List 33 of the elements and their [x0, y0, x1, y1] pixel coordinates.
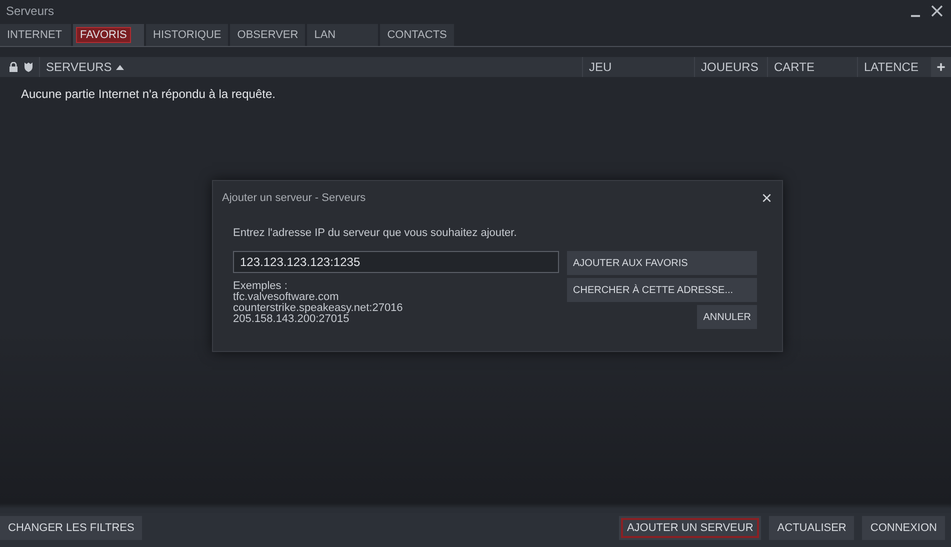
column-header[interactable]: SERVEURS: [39, 57, 149, 77]
example-text: counterstrike.speakeasy.net:27016: [233, 303, 404, 314]
add-column-button[interactable]: +: [931, 57, 951, 77]
footer-button[interactable]: CHANGER LES FILTRES: [0, 516, 142, 540]
column-header[interactable]: CARTE: [767, 57, 857, 77]
window-title: Serveurs: [6, 4, 56, 18]
tab[interactable]: OBSERVER: [230, 24, 306, 46]
footer-button[interactable]: AJOUTER UN SERVEUR: [618, 516, 762, 540]
example-text: Exemples :: [233, 281, 288, 292]
tab[interactable]: CONTACTS: [380, 24, 454, 46]
dialog-button[interactable]: CHERCHER À CETTE ADRESSE...: [567, 278, 757, 302]
empty-message: Aucune partie Internet n'a répondu à la requête.: [21, 87, 276, 101]
column-header[interactable]: JEU: [582, 57, 694, 77]
column-header[interactable]: LATENCE: [857, 57, 923, 77]
dialog-button[interactable]: AJOUTER AUX FAVORIS: [567, 251, 757, 275]
tab[interactable]: FAVORIS: [73, 24, 144, 46]
lock-icon: [9, 62, 18, 72]
column-header[interactable]: JOUEURS: [694, 57, 767, 77]
example-text: 205.158.143.200:27015: [233, 314, 350, 325]
tab[interactable]: INTERNET: [0, 24, 71, 46]
tab[interactable]: LAN: [307, 24, 378, 46]
sort-up-icon: [116, 64, 124, 70]
example-text: tfc.valvesoftware.com: [233, 292, 340, 303]
footer-button[interactable]: ACTUALISER: [769, 516, 854, 540]
address-field[interactable]: 123.123.123.123:1235: [233, 251, 559, 273]
footer-button[interactable]: CONNEXION: [862, 516, 945, 540]
close-button[interactable]: ×: [759, 189, 774, 207]
shield-icon: [24, 62, 33, 72]
dialog-button[interactable]: ANNULER: [697, 305, 757, 329]
close-icon[interactable]: [931, 5, 943, 17]
dialog-title: Ajouter un serveur - Serveurs: [222, 192, 367, 204]
tab[interactable]: HISTORIQUE: [146, 24, 228, 46]
prompt-text: Entrez l'adresse IP du serveur que vous souhaitez ajouter.: [233, 227, 518, 239]
